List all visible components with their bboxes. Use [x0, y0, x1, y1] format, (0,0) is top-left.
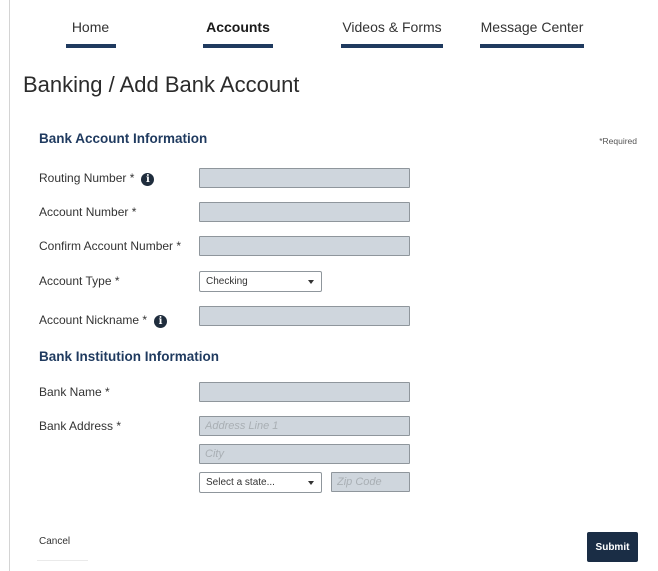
routing-number-input[interactable] — [199, 168, 410, 188]
nav-accounts-label: Accounts — [206, 19, 270, 35]
address-line-1-input[interactable] — [199, 416, 410, 436]
confirm-account-number-input[interactable] — [199, 236, 410, 256]
account-type-label: Account Type * — [39, 274, 120, 288]
nav-home-underline — [65, 44, 116, 48]
chevron-down-icon — [308, 481, 314, 485]
account-nickname-label-text: Account Nickname * — [39, 313, 148, 327]
nav-videos-forms[interactable]: Videos & Forms — [340, 19, 444, 48]
info-icon[interactable]: i — [154, 315, 168, 328]
state-select[interactable]: Select a state... — [199, 472, 322, 493]
city-input[interactable] — [199, 444, 410, 464]
cancel-link[interactable]: Cancel — [39, 536, 70, 547]
bank-address-label: Bank Address * — [39, 419, 122, 433]
account-nickname-input[interactable] — [199, 306, 410, 326]
routing-number-label: Routing Number * i — [39, 171, 155, 186]
nav-home-label: Home — [71, 19, 110, 35]
info-icon[interactable]: i — [141, 173, 155, 186]
nav-home[interactable]: Home — [65, 19, 116, 48]
routing-number-label-text: Routing Number * — [39, 171, 135, 185]
submit-button[interactable]: Submit — [587, 532, 638, 562]
confirm-account-number-label: Confirm Account Number * — [39, 239, 182, 253]
account-type-select[interactable]: Checking — [199, 271, 322, 292]
bank-account-section-title: Bank Account Information — [39, 131, 208, 146]
nav-accounts-underline — [203, 44, 273, 48]
account-number-label: Account Number * — [39, 205, 137, 219]
bank-institution-section-title: Bank Institution Information — [39, 349, 219, 364]
nav-videos-forms-underline — [341, 44, 443, 48]
bank-name-label: Bank Name * — [39, 385, 110, 399]
nav-message-center-label: Message Center — [480, 19, 584, 35]
account-number-input[interactable] — [199, 202, 410, 222]
nav-message-center[interactable]: Message Center — [480, 19, 584, 48]
page-frame: Home Accounts Videos & Forms Message Cen… — [9, 0, 658, 571]
state-select-value: Select a state... — [206, 477, 275, 488]
nav-message-center-underline — [480, 44, 584, 48]
cancel-divider — [37, 560, 88, 561]
required-note: *Required — [599, 136, 637, 146]
bank-name-input[interactable] — [199, 382, 410, 402]
chevron-down-icon — [308, 280, 314, 284]
nav-accounts[interactable]: Accounts — [203, 19, 273, 48]
account-nickname-label: Account Nickname * i — [39, 313, 168, 328]
account-type-value: Checking — [206, 276, 248, 287]
page-title: Banking / Add Bank Account — [23, 72, 300, 97]
zip-code-input[interactable] — [331, 472, 410, 492]
top-nav: Home Accounts Videos & Forms Message Cen… — [10, 0, 658, 50]
nav-videos-forms-label: Videos & Forms — [342, 19, 442, 35]
